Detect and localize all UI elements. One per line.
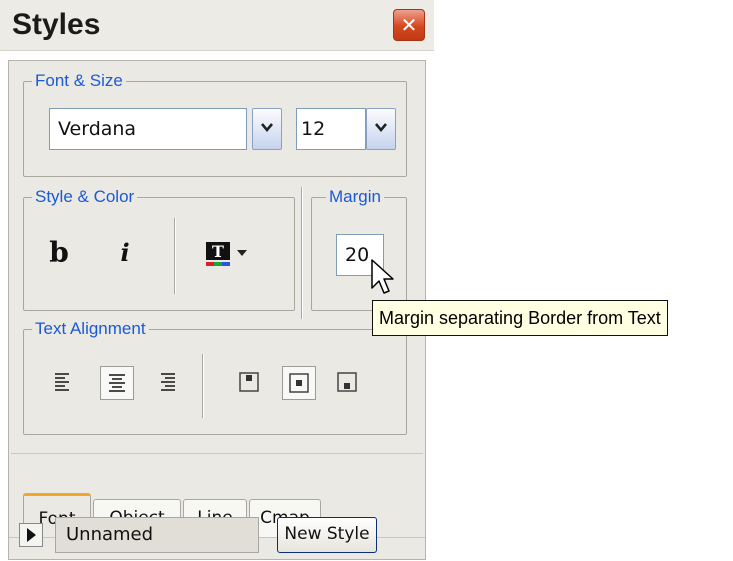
valign-bottom-icon bbox=[337, 372, 357, 392]
separator bbox=[202, 354, 204, 418]
expand-button[interactable] bbox=[19, 523, 43, 547]
text-alignment-group: Text Alignment bbox=[23, 319, 407, 435]
text-color-icon: T bbox=[206, 242, 247, 266]
align-right-button[interactable] bbox=[150, 366, 184, 400]
font-size-group: Font & Size Verdana 12 bbox=[23, 71, 407, 177]
text-color-button[interactable]: T bbox=[204, 238, 274, 272]
chevron-down-icon bbox=[375, 123, 387, 133]
title-bar[interactable]: Styles ✕ bbox=[0, 0, 434, 51]
size-select[interactable]: 12 bbox=[296, 108, 366, 150]
style-name-field[interactable]: Unnamed bbox=[55, 517, 259, 553]
size-dropdown-button[interactable] bbox=[366, 108, 396, 150]
valign-top-icon bbox=[239, 372, 259, 392]
text-alignment-group-label: Text Alignment bbox=[32, 319, 149, 339]
align-center-icon bbox=[109, 374, 125, 392]
font-size-group-label: Font & Size bbox=[32, 71, 126, 91]
margin-group-label: Margin bbox=[326, 187, 384, 207]
close-icon: ✕ bbox=[400, 13, 418, 37]
style-color-group-label: Style & Color bbox=[32, 187, 138, 207]
close-button[interactable]: ✕ bbox=[393, 9, 425, 41]
mouse-cursor-icon bbox=[371, 259, 394, 294]
size-select-value: 12 bbox=[301, 118, 326, 140]
bold-button[interactable]: b bbox=[42, 236, 76, 270]
svg-text:T: T bbox=[212, 242, 224, 261]
separator bbox=[174, 218, 176, 294]
valign-middle-button[interactable] bbox=[282, 366, 316, 400]
font-dropdown-button[interactable] bbox=[252, 108, 282, 150]
new-style-button[interactable]: New Style bbox=[277, 517, 377, 553]
style-name-value: Unnamed bbox=[66, 524, 154, 545]
styles-window: Styles ✕ Font & Size Verdana 12 Style & … bbox=[0, 0, 434, 561]
chevron-down-icon bbox=[237, 250, 247, 256]
align-left-icon bbox=[55, 373, 69, 391]
window-title: Styles bbox=[12, 8, 101, 41]
style-color-group: Style & Color b i T bbox=[23, 187, 295, 311]
font-select[interactable]: Verdana bbox=[49, 108, 247, 150]
font-select-value: Verdana bbox=[58, 118, 137, 140]
align-right-icon bbox=[161, 373, 175, 391]
italic-button[interactable]: i bbox=[108, 236, 142, 270]
margin-tooltip: Margin separating Border from Text bbox=[372, 300, 668, 336]
divider bbox=[11, 453, 423, 454]
separator bbox=[301, 187, 303, 319]
styles-panel: Font & Size Verdana 12 Style & Color b i bbox=[8, 60, 426, 560]
align-center-button[interactable] bbox=[100, 366, 134, 400]
valign-bottom-button[interactable] bbox=[330, 366, 364, 400]
play-arrow-icon bbox=[27, 528, 36, 542]
chevron-down-icon bbox=[261, 123, 273, 133]
valign-top-button[interactable] bbox=[232, 366, 266, 400]
valign-middle-icon bbox=[289, 373, 309, 393]
margin-input-value: 20 bbox=[345, 244, 370, 266]
align-left-button[interactable] bbox=[46, 366, 80, 400]
